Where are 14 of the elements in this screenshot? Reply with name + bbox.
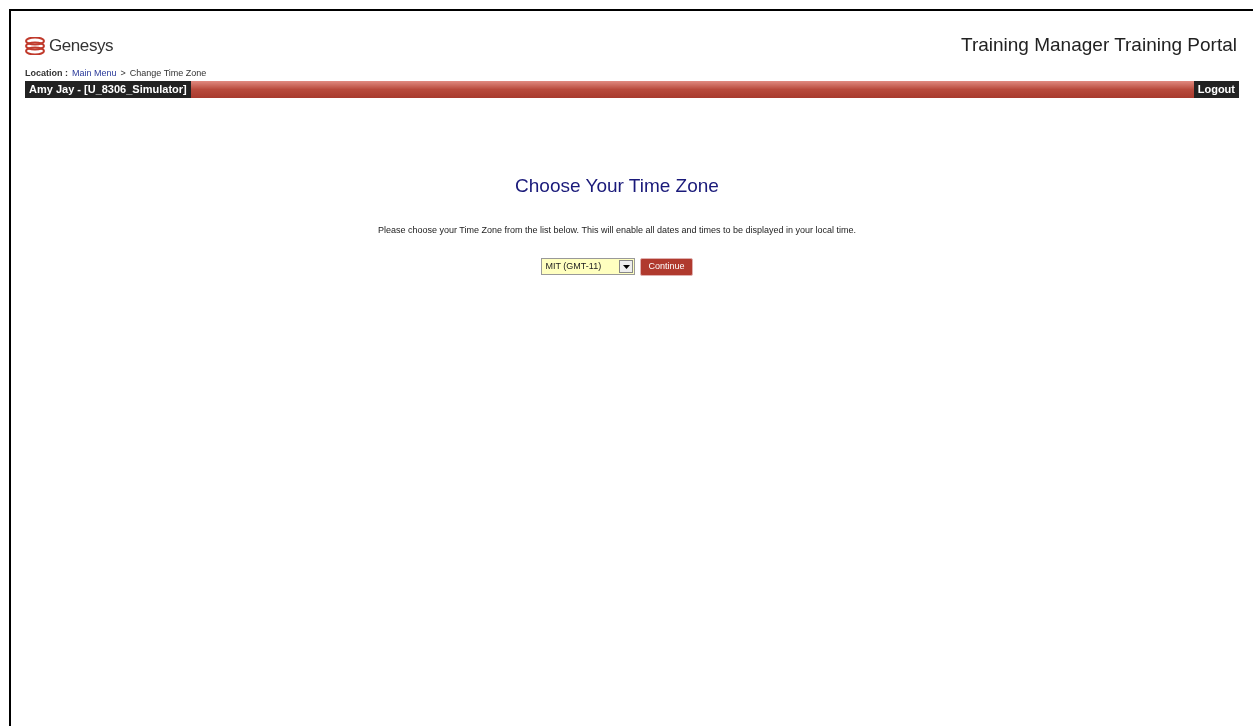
brand-name: Genesys	[49, 35, 114, 57]
logout-link[interactable]: Logout	[1193, 80, 1239, 98]
page-title: Choose Your Time Zone	[515, 173, 719, 198]
user-name: Amy Jay - [U_8306_Simulator]	[25, 80, 191, 98]
logo-icon	[25, 36, 45, 55]
continue-button[interactable]: Continue	[640, 257, 693, 276]
instructions-text: Please choose your Time Zone from the list below. This will enable all dates and times to be displayed in your local time.	[377, 224, 857, 237]
breadcrumb-current: Change Time Zone	[129, 66, 207, 80]
location-label: Location :	[25, 66, 68, 80]
breadcrumb-separator: >	[120, 66, 126, 80]
breadcrumb-link[interactable]: Main Menu	[72, 66, 117, 81]
caret-icon	[623, 264, 630, 269]
timezone-select[interactable]: MIT (GMT-11)	[541, 258, 636, 275]
portal-title: Training Manager Training Portal	[961, 33, 1237, 57]
